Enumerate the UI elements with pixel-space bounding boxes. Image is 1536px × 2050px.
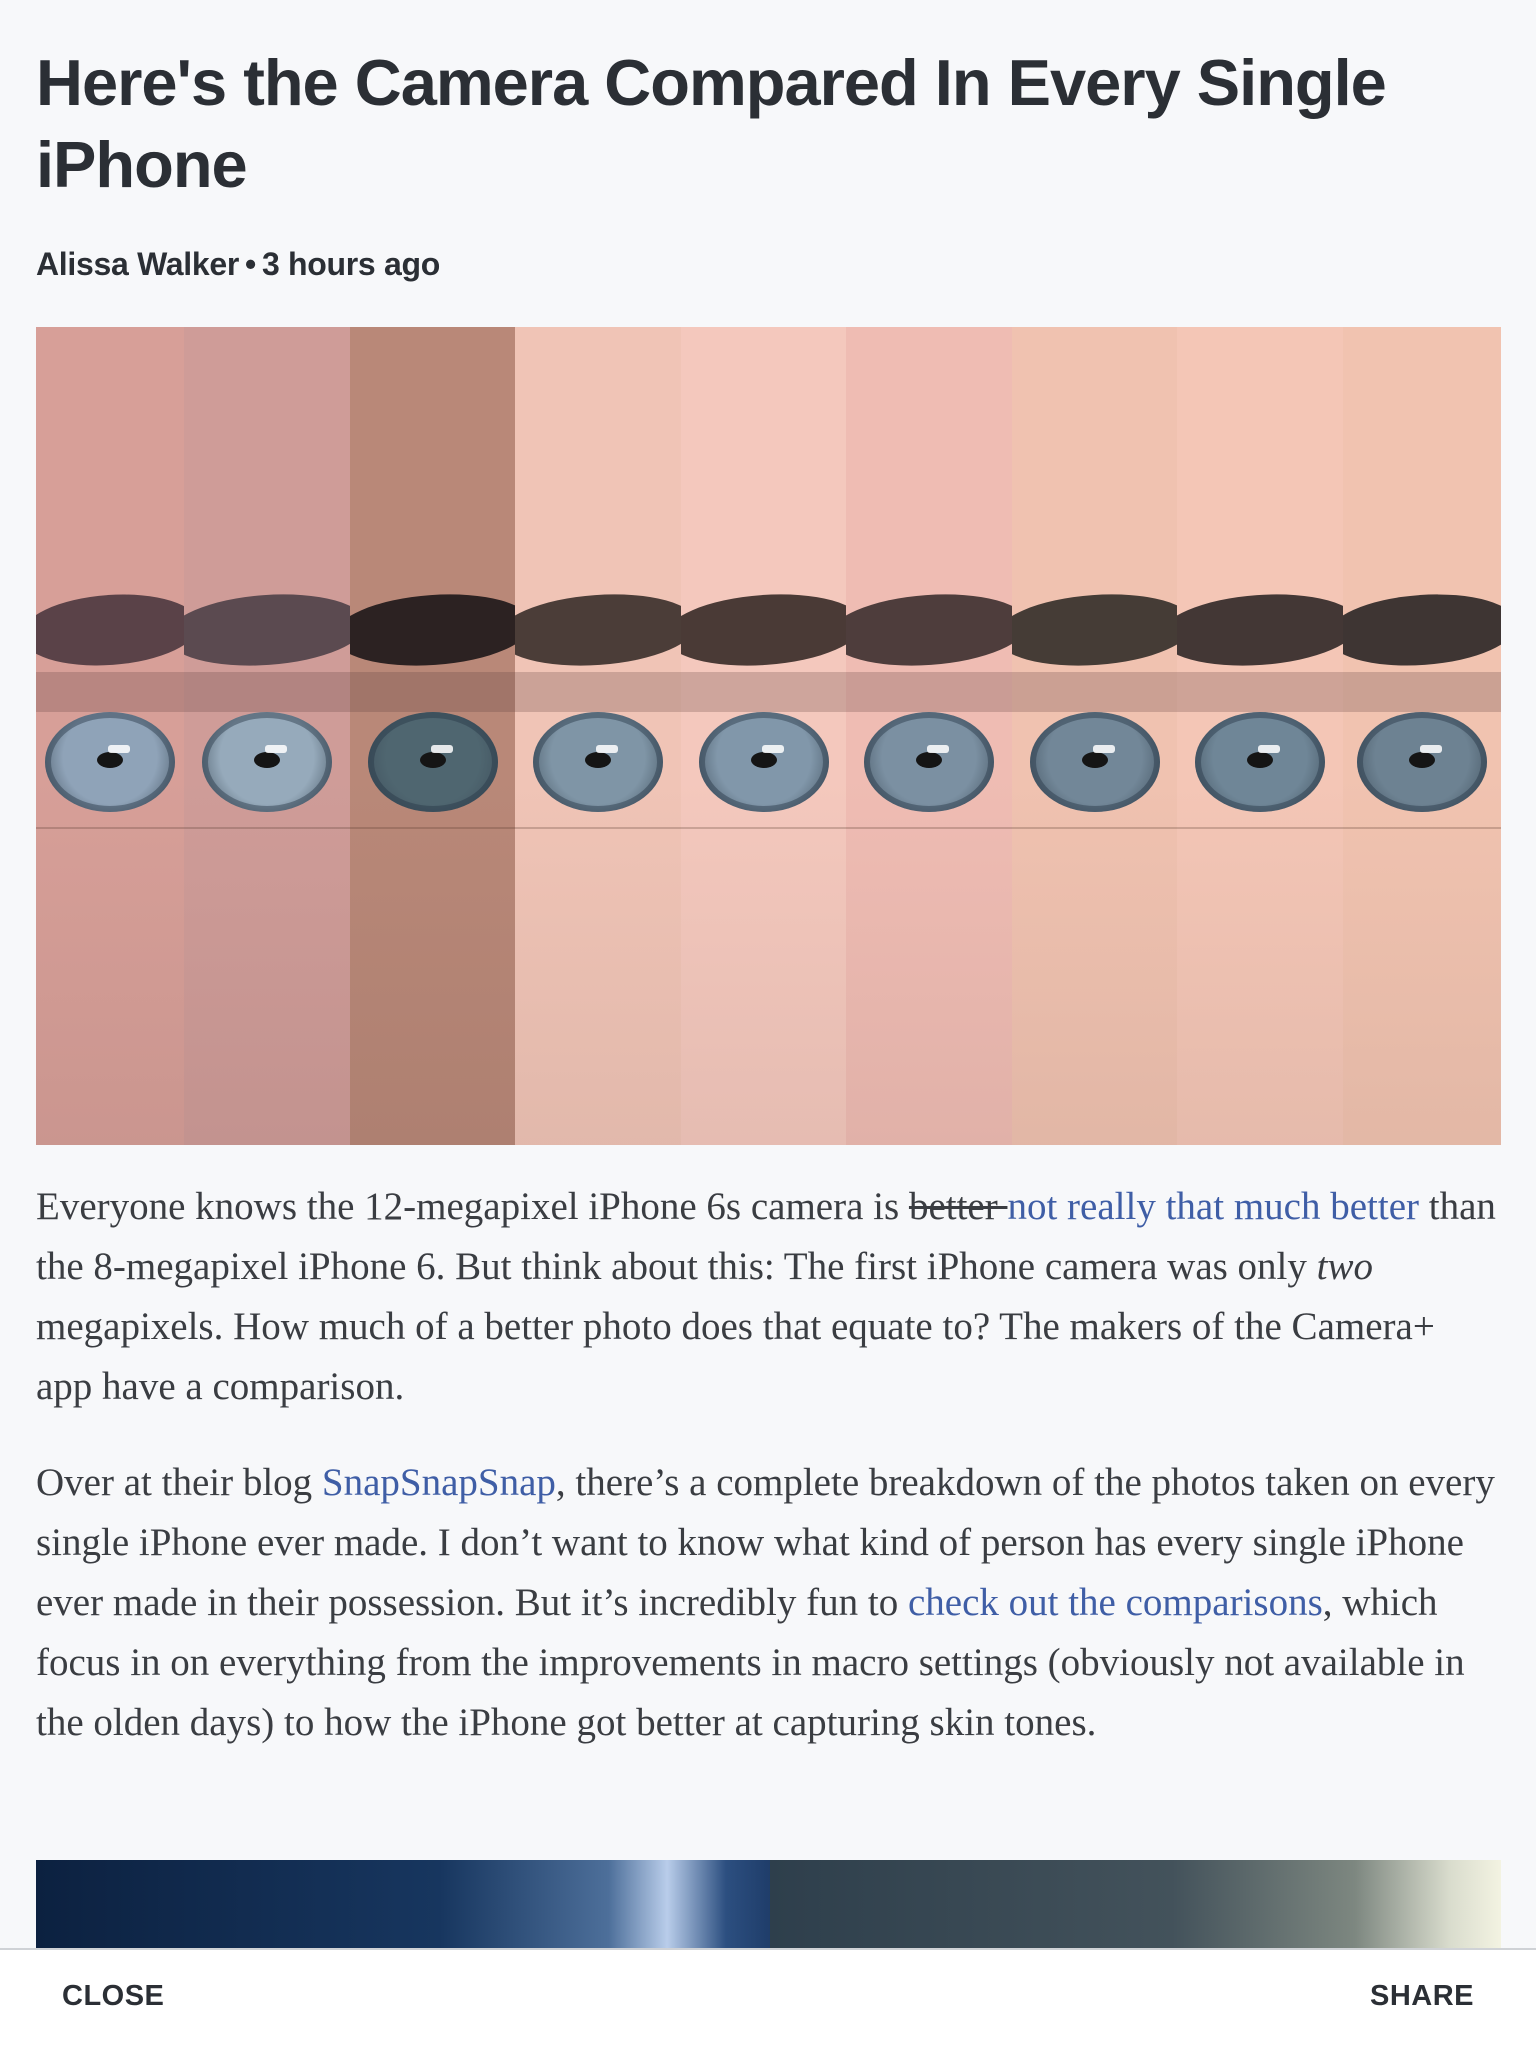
- eye-photo-strip: [515, 327, 681, 1145]
- second-image-left-photo: [36, 1860, 770, 1950]
- pupil: [254, 752, 280, 768]
- eyelid: [350, 672, 515, 712]
- paragraph-1-text-c: megapixels. How much of a better photo d…: [36, 1305, 1435, 1408]
- eyebrow: [681, 588, 846, 672]
- lower-lash: [184, 827, 350, 829]
- emphasis-two: two: [1316, 1245, 1373, 1288]
- pupil: [916, 752, 942, 768]
- snapsnapsnap-link[interactable]: SnapSnapSnap: [322, 1461, 556, 1504]
- eye-highlight: [108, 745, 130, 753]
- eye-highlight: [1420, 745, 1442, 753]
- eye-highlight: [596, 745, 618, 753]
- eyelid: [1343, 672, 1501, 712]
- eye-highlight: [927, 745, 949, 753]
- second-image-right-photo: [770, 1860, 1501, 1950]
- eyebrow: [350, 588, 515, 672]
- second-image-comparison: [36, 1860, 1501, 1950]
- bottom-toolbar: CLOSE SHARE: [0, 1948, 1536, 2050]
- eyebrow: [515, 588, 681, 672]
- eyelid: [515, 672, 681, 712]
- eye-photo-strip: [184, 327, 350, 1145]
- pupil: [750, 752, 777, 768]
- eye-photo-strip: [1343, 327, 1501, 1145]
- eyelid: [36, 672, 184, 712]
- close-button[interactable]: CLOSE: [62, 1980, 164, 2013]
- eyebrow: [36, 588, 184, 672]
- lower-lash: [1343, 827, 1501, 829]
- author-name[interactable]: Alissa Walker: [36, 246, 239, 282]
- lower-lash: [1012, 827, 1177, 829]
- share-button[interactable]: SHARE: [1370, 1980, 1474, 2013]
- hero-image-eye-comparison: [36, 327, 1501, 1145]
- eye-photo-strip: [846, 327, 1012, 1145]
- eye-photo-strip: [350, 327, 515, 1145]
- pupil: [1247, 752, 1273, 768]
- eye-highlight: [1258, 745, 1280, 753]
- article-title: Here's the Camera Compared In Every Sing…: [36, 46, 1387, 201]
- check-comparisons-link[interactable]: check out the comparisons: [908, 1581, 1323, 1624]
- lower-lash: [846, 827, 1012, 829]
- lower-lash: [350, 827, 515, 829]
- eyelid: [184, 672, 350, 712]
- eyelid: [846, 672, 1012, 712]
- pupil: [419, 752, 446, 768]
- pupil: [1081, 752, 1108, 768]
- pupil: [585, 752, 611, 768]
- paragraph-2: Over at their blog SnapSnapSnap, there’s…: [36, 1453, 1496, 1753]
- eyelid: [681, 672, 846, 712]
- eye-highlight: [1092, 745, 1115, 753]
- eyebrow: [1343, 588, 1501, 672]
- pupil: [97, 752, 123, 768]
- article-body: Everyone knows the 12-megapixel iPhone 6…: [36, 1177, 1496, 1789]
- eye-highlight: [761, 745, 784, 753]
- lower-lash: [681, 827, 846, 829]
- strikethrough-text: better: [908, 1185, 1008, 1228]
- not-really-better-link[interactable]: not really that much better: [1007, 1185, 1419, 1228]
- eyebrow: [1177, 588, 1343, 672]
- lower-lash: [515, 827, 681, 829]
- lower-lash: [36, 827, 184, 829]
- paragraph-1: Everyone knows the 12-megapixel iPhone 6…: [36, 1177, 1496, 1417]
- eyelid: [1012, 672, 1177, 712]
- eyebrow: [846, 588, 1012, 672]
- byline-separator: •: [245, 246, 256, 282]
- eyelid: [1177, 672, 1343, 712]
- eye-highlight: [265, 745, 287, 753]
- eye-photo-strip: [36, 327, 184, 1145]
- eye-photo-strip: [1012, 327, 1177, 1145]
- article-header: Here's the Camera Compared In Every Sing…: [36, 0, 1501, 283]
- eye-photo-strip: [1177, 327, 1343, 1145]
- publish-time: 3 hours ago: [261, 246, 440, 282]
- pupil: [1409, 752, 1435, 768]
- eyebrow: [184, 588, 350, 672]
- eye-highlight: [430, 745, 453, 753]
- lower-lash: [1177, 827, 1343, 829]
- eyebrow: [1012, 588, 1177, 672]
- paragraph-1-text-a: Everyone knows the 12-megapixel iPhone 6…: [36, 1185, 909, 1228]
- eye-photo-strip: [681, 327, 846, 1145]
- paragraph-2-text-a: Over at their blog: [36, 1461, 322, 1504]
- byline: Alissa Walker • 3 hours ago: [36, 246, 1501, 283]
